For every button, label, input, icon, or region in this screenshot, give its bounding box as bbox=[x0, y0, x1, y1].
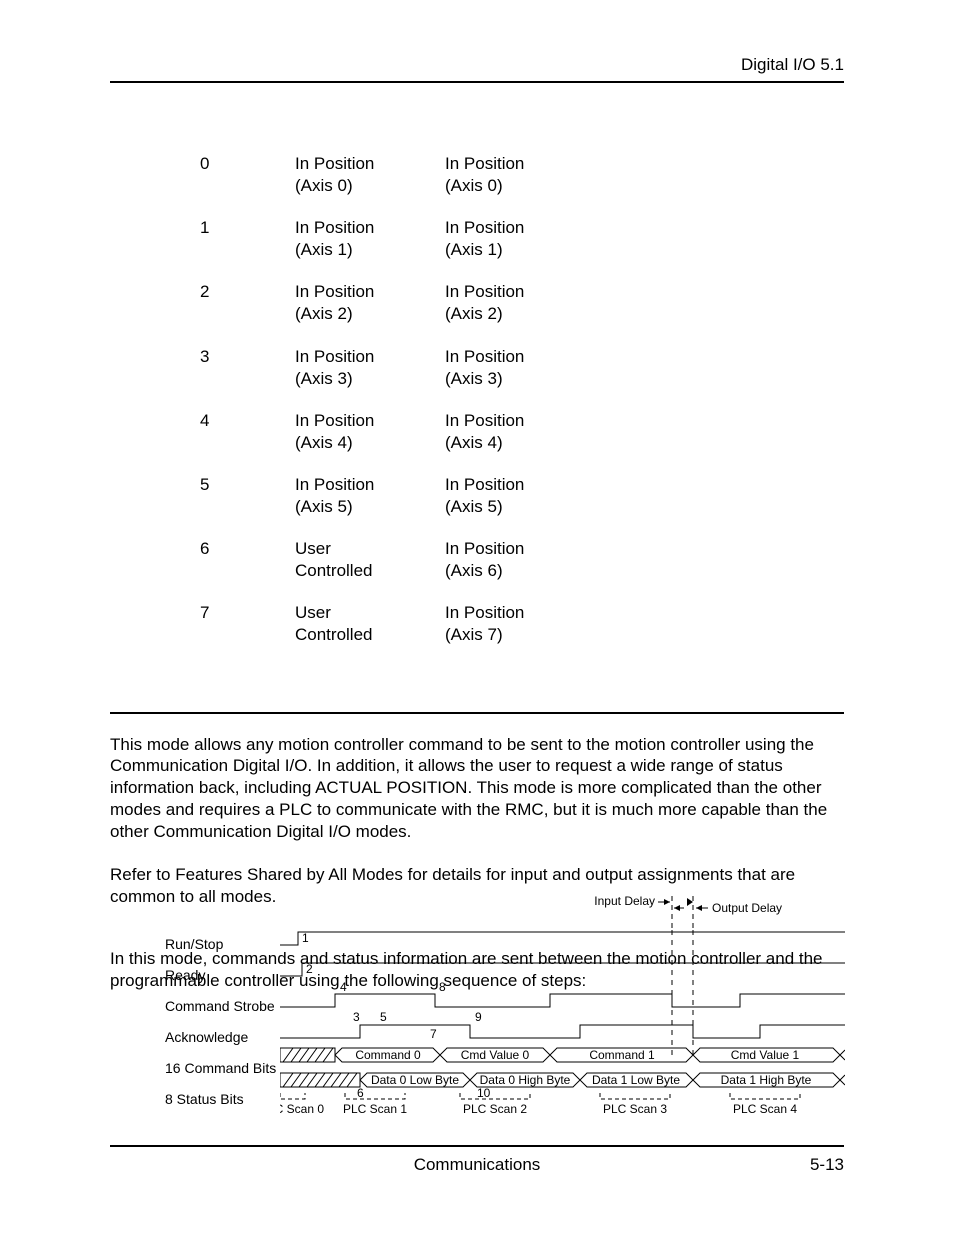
table-row: 5In Position(Axis 5)In Position(Axis 5) bbox=[200, 474, 595, 538]
row-index: 2 bbox=[200, 281, 295, 345]
axis-table: 0In Position(Axis 0)In Position(Axis 0)1… bbox=[200, 153, 844, 667]
signal-acknowledge: Acknowledge bbox=[165, 1022, 276, 1053]
row-col-b: In Position(Axis 0) bbox=[445, 153, 595, 217]
signal-run-stop: Run/Stop bbox=[165, 929, 276, 960]
paragraph-1: This mode allows any motion controller c… bbox=[110, 734, 844, 843]
row-index: 0 bbox=[200, 153, 295, 217]
signal-ready: Ready bbox=[165, 960, 276, 991]
table-row: 3In Position(Axis 3)In Position(Axis 3) bbox=[200, 346, 595, 410]
footer-center: Communications bbox=[110, 1155, 844, 1175]
timing-n10: 10 bbox=[477, 1086, 491, 1100]
row-index: 5 bbox=[200, 474, 295, 538]
row-index: 3 bbox=[200, 346, 295, 410]
row-col-a: In Position(Axis 3) bbox=[295, 346, 445, 410]
label-input-delay: Input Delay bbox=[594, 894, 655, 908]
row-col-b: In Position(Axis 2) bbox=[445, 281, 595, 345]
timing-n3: 3 bbox=[353, 1010, 360, 1024]
signal-command-strobe: Command Strobe bbox=[165, 991, 276, 1022]
timing-n7: 7 bbox=[430, 1027, 437, 1041]
row-col-b: In Position(Axis 6) bbox=[445, 538, 595, 602]
row-col-a: In Position(Axis 5) bbox=[295, 474, 445, 538]
horizontal-rule bbox=[110, 712, 844, 714]
row-col-a: In Position(Axis 0) bbox=[295, 153, 445, 217]
command-bits-row: Command 0 Cmd Value 0 Command 1 Cmd Valu… bbox=[280, 1048, 845, 1062]
row-col-a: UserControlled bbox=[295, 538, 445, 602]
plc-scans: 6 10 PLC Scan 0 PLC Scan 1 PLC Scan 2 PL… bbox=[280, 1086, 800, 1116]
row-col-a: In Position(Axis 2) bbox=[295, 281, 445, 345]
header-text: Digital I/O 5.1 bbox=[741, 55, 844, 74]
ps2: PLC Scan 2 bbox=[463, 1102, 527, 1116]
ps3: PLC Scan 3 bbox=[603, 1102, 667, 1116]
signal-command-bits: 16 Command Bits bbox=[165, 1053, 276, 1084]
page: Digital I/O 5.1 0In Position(Axis 0)In P… bbox=[0, 0, 954, 1235]
table-row: 4In Position(Axis 4)In Position(Axis 4) bbox=[200, 410, 595, 474]
row-col-b: In Position(Axis 5) bbox=[445, 474, 595, 538]
d1h: Data 1 High Byte bbox=[721, 1073, 812, 1087]
table-row: 2In Position(Axis 2)In Position(Axis 2) bbox=[200, 281, 595, 345]
page-footer: Communications 5-13 bbox=[110, 1145, 844, 1175]
table-row: 6UserControlledIn Position(Axis 6) bbox=[200, 538, 595, 602]
status-bits-row: Data 0 Low Byte Data 0 High Byte Data 1 … bbox=[280, 1073, 845, 1087]
cmd0: Command 0 bbox=[355, 1048, 421, 1062]
ps0: PLC Scan 0 bbox=[280, 1102, 324, 1116]
timing-n1: 1 bbox=[302, 931, 309, 945]
timing-diagram: Input Delay Output Delay 1 2 4 8 bbox=[280, 890, 845, 1120]
ps4: PLC Scan 4 bbox=[733, 1102, 797, 1116]
timing-n2: 2 bbox=[306, 962, 313, 976]
row-index: 6 bbox=[200, 538, 295, 602]
row-col-b: In Position(Axis 3) bbox=[445, 346, 595, 410]
signal-status-bits: 8 Status Bits bbox=[165, 1084, 276, 1115]
row-col-a: In Position(Axis 4) bbox=[295, 410, 445, 474]
cmdv0: Cmd Value 0 bbox=[461, 1048, 530, 1062]
row-col-a: UserControlled bbox=[295, 602, 445, 666]
table-row: 7UserControlledIn Position(Axis 7) bbox=[200, 602, 595, 666]
cmd1: Command 1 bbox=[589, 1048, 655, 1062]
d1l: Data 1 Low Byte bbox=[592, 1073, 680, 1087]
signal-labels: Run/Stop Ready Command Strobe Acknowledg… bbox=[165, 929, 276, 1115]
cmdv1: Cmd Value 1 bbox=[731, 1048, 800, 1062]
d0h: Data 0 High Byte bbox=[480, 1073, 571, 1087]
label-output-delay: Output Delay bbox=[712, 901, 782, 915]
row-col-a: In Position(Axis 1) bbox=[295, 217, 445, 281]
page-header: Digital I/O 5.1 bbox=[110, 55, 844, 83]
d0l: Data 0 Low Byte bbox=[371, 1073, 459, 1087]
row-index: 4 bbox=[200, 410, 295, 474]
timing-n8: 8 bbox=[439, 980, 446, 994]
row-col-b: In Position(Axis 1) bbox=[445, 217, 595, 281]
row-index: 7 bbox=[200, 602, 295, 666]
timing-n9: 9 bbox=[475, 1010, 482, 1024]
row-col-b: In Position(Axis 4) bbox=[445, 410, 595, 474]
table-row: 1In Position(Axis 1)In Position(Axis 1) bbox=[200, 217, 595, 281]
ps1: PLC Scan 1 bbox=[343, 1102, 407, 1116]
row-index: 1 bbox=[200, 217, 295, 281]
table-row: 0In Position(Axis 0)In Position(Axis 0) bbox=[200, 153, 595, 217]
timing-n5: 5 bbox=[380, 1010, 387, 1024]
timing-n4: 4 bbox=[340, 980, 347, 994]
row-col-b: In Position(Axis 7) bbox=[445, 602, 595, 666]
timing-n6: 6 bbox=[357, 1086, 364, 1100]
